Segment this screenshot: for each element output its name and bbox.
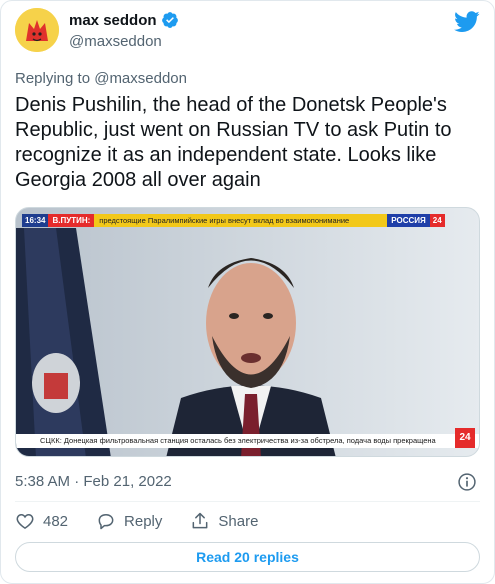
like-count: 482 bbox=[43, 512, 69, 530]
verified-badge-icon bbox=[161, 12, 178, 28]
tweet-video-thumbnail[interactable]: 16:34 В.ПУТИН: предстоящие Паралимпийски… bbox=[15, 207, 480, 457]
news-ticker-bottom: СЦКК: Донецкая фильтровальная станция ос… bbox=[16, 434, 479, 448]
reply-label: Reply bbox=[124, 512, 163, 530]
heart-icon bbox=[16, 513, 34, 529]
twitter-bird-icon[interactable] bbox=[454, 11, 480, 33]
info-icon[interactable] bbox=[457, 472, 477, 492]
author-name-row: max seddon bbox=[69, 11, 179, 29]
share-button[interactable]: Share bbox=[190, 511, 258, 531]
ticker-text: предстоящие Паралимпийские игры внесут в… bbox=[94, 214, 388, 227]
channel-number: 24 bbox=[429, 214, 445, 227]
tweet-text: Denis Pushilin, the head of the Donetsk … bbox=[15, 94, 452, 191]
ticker-time: 16:34 bbox=[22, 214, 49, 227]
fox-avatar-icon[interactable] bbox=[15, 8, 59, 52]
tweet-actions: 482 Reply Share bbox=[15, 511, 286, 531]
read-replies-button[interactable]: Read 20 replies bbox=[15, 542, 480, 572]
tweet-timestamp[interactable]: 5:38 AM · Feb 21, 2022 bbox=[15, 473, 172, 490]
tweet-card: max seddon @maxseddon Replying to @maxse… bbox=[0, 0, 495, 584]
channel-logo: РОССИЯ bbox=[387, 214, 430, 227]
channel-corner-logo: 24 bbox=[455, 428, 475, 448]
author-handle[interactable]: @maxseddon bbox=[69, 33, 162, 50]
news-ticker-top: 16:34 В.ПУТИН: предстоящие Паралимпийски… bbox=[22, 214, 445, 227]
ticker-name: В.ПУТИН: bbox=[48, 214, 95, 227]
author-name[interactable]: max seddon bbox=[69, 12, 157, 29]
share-icon bbox=[192, 512, 208, 529]
replying-to-label[interactable]: Replying to @maxseddon bbox=[15, 70, 187, 87]
reply-button[interactable]: Reply bbox=[96, 511, 162, 531]
share-label: Share bbox=[218, 512, 259, 530]
divider bbox=[15, 501, 480, 502]
reply-icon bbox=[98, 514, 114, 530]
like-button[interactable]: 482 bbox=[15, 511, 68, 531]
video-frame-image bbox=[16, 208, 479, 456]
